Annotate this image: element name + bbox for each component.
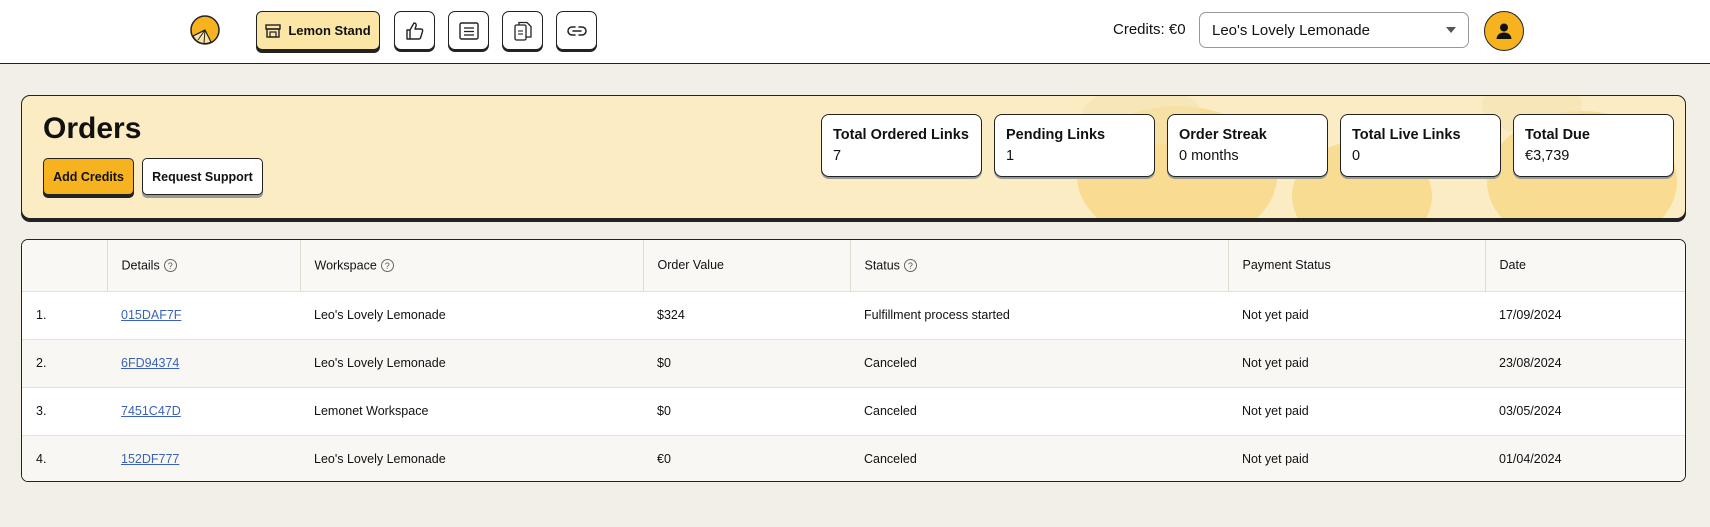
workspace-cell: Leo's Lovely Lemonade — [300, 338, 643, 387]
stat-card-total-ordered-links: Total Ordered Links 7 — [821, 114, 982, 177]
order-value-cell: $324 — [643, 290, 850, 339]
payment-status-cell: Not yet paid — [1228, 386, 1485, 435]
stat-card-pending-links: Pending Links 1 — [994, 114, 1155, 177]
thumbs-up-button[interactable] — [394, 11, 435, 50]
row-index: 2. — [22, 338, 107, 387]
orders-header-panel: Orders Add Credits Request Support Total… — [21, 95, 1686, 219]
table-row: 1. 015DAF7F Leo's Lovely Lemonade $324 F… — [22, 290, 1685, 339]
order-id-link[interactable]: 7451C47D — [121, 404, 181, 418]
column-header-status[interactable]: Status? — [850, 240, 1229, 291]
stat-card-total-due: Total Due €3,739 — [1513, 114, 1674, 177]
status-cell: Canceled — [850, 434, 1228, 481]
column-header-label: Details — [121, 258, 160, 273]
date-cell: 03/05/2024 — [1485, 386, 1685, 435]
list-icon — [458, 21, 479, 40]
stat-value: €3,739 — [1525, 148, 1570, 164]
lemon-stand-label: Lemon Stand — [288, 23, 371, 38]
column-header-order-value: Order Value — [643, 240, 851, 291]
stat-value: 7 — [833, 148, 842, 164]
avatar[interactable] — [1484, 11, 1524, 51]
date-cell: 01/04/2024 — [1485, 434, 1685, 481]
stat-label: Total Ordered Links — [833, 127, 969, 143]
order-id-link[interactable]: 152DF777 — [121, 452, 179, 466]
payment-status-cell: Not yet paid — [1228, 434, 1485, 481]
help-icon[interactable]: ? — [903, 259, 917, 273]
order-value-cell: $0 — [643, 386, 850, 435]
credits-balance: Credits: €0 — [1113, 21, 1186, 38]
add-credits-button[interactable]: Add Credits — [43, 158, 134, 195]
help-icon[interactable]: ? — [380, 259, 394, 273]
stat-value: 0 months — [1179, 148, 1239, 164]
page-title: Orders — [43, 112, 142, 145]
workspace-cell: Leo's Lovely Lemonade — [300, 434, 643, 481]
order-id-cell: 152DF777 — [107, 434, 300, 481]
link-button[interactable] — [556, 11, 597, 50]
stat-card-order-streak: Order Streak 0 months — [1167, 114, 1328, 177]
table-row: 4. 152DF777 Leo's Lovely Lemonade €0 Can… — [22, 434, 1685, 481]
order-id-link[interactable]: 6FD94374 — [121, 356, 179, 370]
status-cell: Canceled — [850, 338, 1228, 387]
stat-label: Order Streak — [1179, 127, 1267, 143]
user-icon — [1496, 23, 1512, 39]
table-row: 3. 7451C47D Lemonet Workspace $0 Cancele… — [22, 386, 1685, 435]
table-row: 2. 6FD94374 Leo's Lovely Lemonade $0 Can… — [22, 338, 1685, 387]
stat-label: Total Live Links — [1352, 127, 1461, 143]
link-icon — [566, 25, 587, 36]
list-button[interactable] — [448, 11, 489, 50]
workspace-cell: Lemonet Workspace — [300, 386, 643, 435]
table-header-row: Details? Workspace? Order Value Status? … — [22, 240, 1685, 291]
row-index: 1. — [22, 290, 107, 339]
thumbs-up-icon — [405, 21, 423, 40]
row-index: 3. — [22, 386, 107, 435]
workspace-cell: Leo's Lovely Lemonade — [300, 290, 643, 339]
documents-button[interactable] — [502, 11, 543, 50]
stat-label: Pending Links — [1006, 127, 1106, 143]
payment-status-cell: Not yet paid — [1228, 290, 1485, 339]
column-header-workspace[interactable]: Workspace? — [300, 240, 644, 291]
order-id-cell: 015DAF7F — [107, 290, 300, 339]
chevron-down-icon — [1446, 27, 1456, 33]
status-cell: Canceled — [850, 386, 1228, 435]
stat-label: Total Due — [1525, 127, 1590, 143]
stat-value: 1 — [1006, 148, 1015, 164]
order-id-cell: 6FD94374 — [107, 338, 300, 387]
store-icon — [265, 23, 282, 38]
workspace-selected-value: Leo's Lovely Lemonade — [1212, 21, 1370, 39]
status-cell: Fulfillment process started — [850, 290, 1228, 339]
column-header-date: Date — [1485, 240, 1685, 291]
documents-icon — [513, 21, 532, 41]
lemon-stand-button[interactable]: Lemon Stand — [256, 11, 380, 50]
row-index: 4. — [22, 434, 107, 481]
request-support-button[interactable]: Request Support — [142, 158, 263, 195]
stat-value: 0 — [1352, 148, 1361, 164]
date-cell: 17/09/2024 — [1485, 290, 1685, 339]
column-header-details[interactable]: Details? — [107, 240, 301, 291]
lemon-logo-icon[interactable] — [189, 14, 221, 46]
order-value-cell: €0 — [643, 434, 850, 481]
column-header-payment-status: Payment Status — [1228, 240, 1486, 291]
payment-status-cell: Not yet paid — [1228, 338, 1485, 387]
date-cell: 23/08/2024 — [1485, 338, 1685, 387]
stat-card-total-live-links: Total Live Links 0 — [1340, 114, 1501, 177]
workspace-select[interactable]: Leo's Lovely Lemonade — [1199, 12, 1469, 48]
order-id-link[interactable]: 015DAF7F — [121, 308, 181, 322]
help-icon[interactable]: ? — [163, 259, 177, 273]
column-header-label: Status — [864, 258, 900, 273]
orders-table: Details? Workspace? Order Value Status? … — [21, 239, 1686, 482]
column-header-label: Workspace — [314, 258, 377, 273]
order-value-cell: $0 — [643, 338, 850, 387]
column-header-index — [22, 240, 108, 291]
order-id-cell: 7451C47D — [107, 386, 300, 435]
top-bar: Lemon Stand Credits: €0 Leo's Lovely Lem… — [0, 0, 1710, 64]
